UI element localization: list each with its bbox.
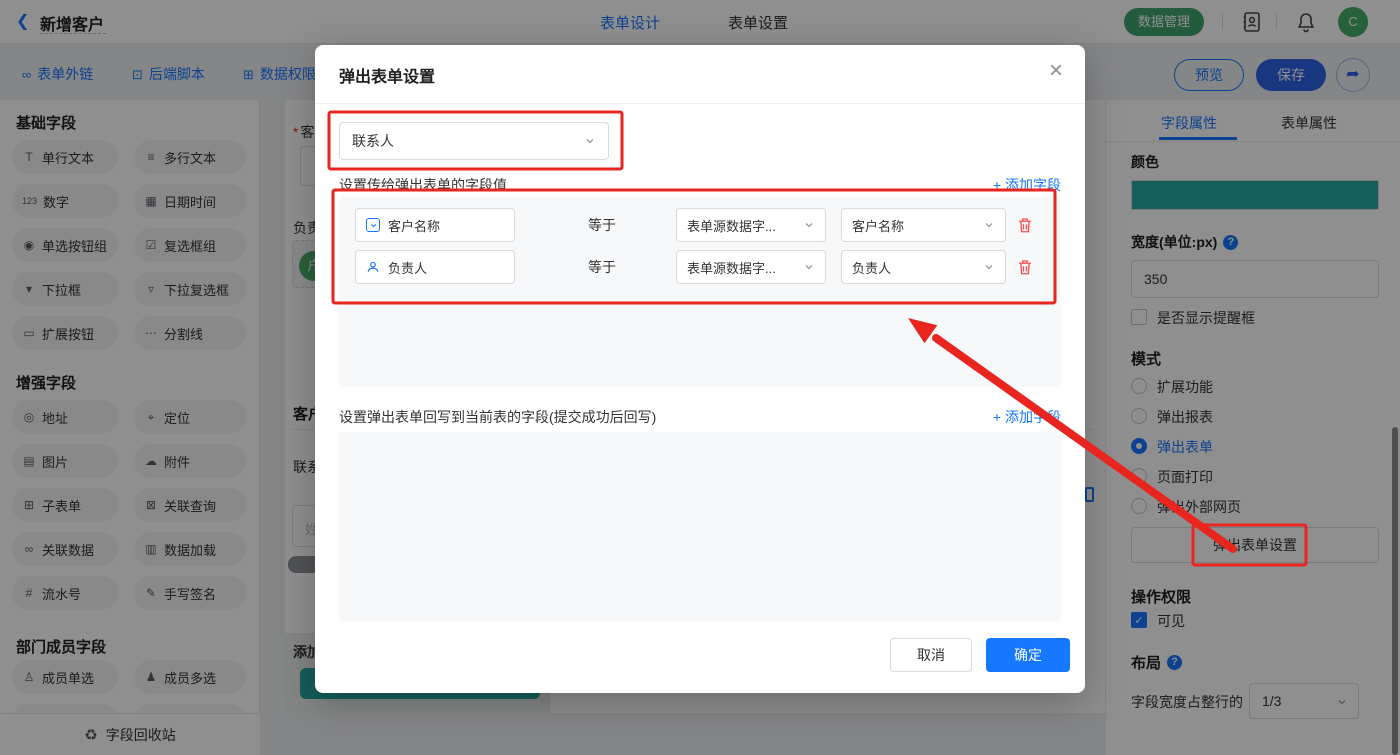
- dropdown-field-icon: [366, 218, 380, 232]
- divider: [315, 103, 1085, 104]
- field-box-customer-name[interactable]: 客户名称: [355, 208, 515, 242]
- pass-section-label: 设置传给弹出表单的字段值: [339, 175, 507, 195]
- confirm-button[interactable]: 确定: [986, 638, 1070, 672]
- add-field-link[interactable]: + 添加字段: [993, 407, 1061, 427]
- field-box-owner[interactable]: 负责人: [355, 250, 515, 284]
- source-type-select[interactable]: 表单源数据字...: [676, 250, 826, 284]
- close-icon[interactable]: ×: [1041, 57, 1071, 85]
- add-field-link[interactable]: + 添加字段: [993, 175, 1061, 195]
- target-form-select[interactable]: 联系人: [339, 122, 609, 160]
- app-root: ❮ 新增客户 表单设计 表单设置 数据管理 C ∞表单外链 ⊡后端脚本 ⊞数据权…: [0, 0, 1400, 755]
- writeback-fields-panel: [339, 432, 1061, 622]
- equals-label: 等于: [588, 250, 616, 284]
- modal-title: 弹出表单设置: [339, 63, 435, 87]
- person-field-icon: [366, 260, 380, 274]
- source-field-select[interactable]: 负责人: [841, 250, 1006, 284]
- trash-icon[interactable]: [1016, 257, 1034, 277]
- source-field-select[interactable]: 客户名称: [841, 208, 1006, 242]
- cancel-button[interactable]: 取消: [890, 638, 972, 672]
- equals-label: 等于: [588, 208, 616, 242]
- writeback-section-label: 设置弹出表单回写到当前表的字段(提交成功后回写): [339, 407, 656, 427]
- source-type-select[interactable]: 表单源数据字...: [676, 208, 826, 242]
- popup-form-settings-modal: 弹出表单设置 × 联系人 设置传给弹出表单的字段值 + 添加字段 客户名称 等于…: [315, 45, 1085, 693]
- trash-icon[interactable]: [1016, 215, 1034, 235]
